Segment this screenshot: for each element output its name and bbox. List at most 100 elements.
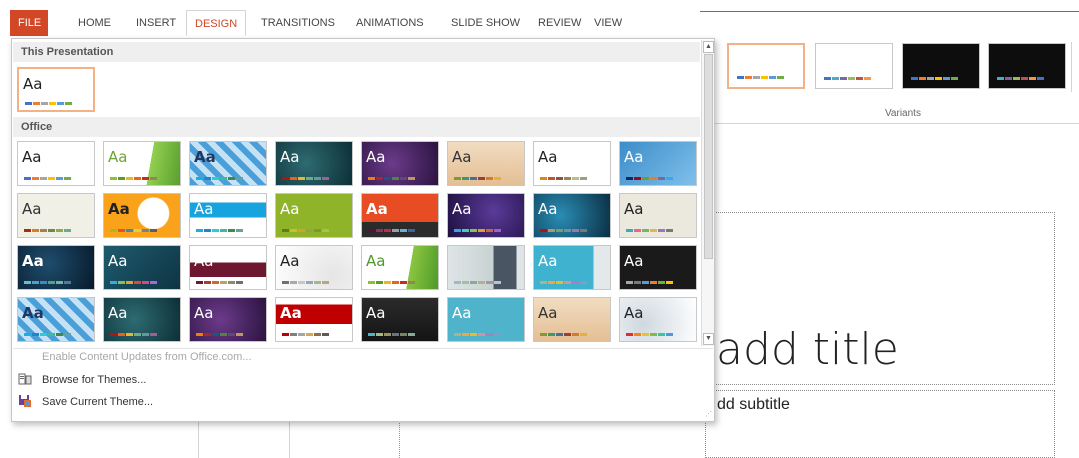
theme-current[interactable]: Aa [17, 67, 95, 112]
theme-color-bars [368, 333, 415, 336]
theme-color-bars [368, 281, 415, 284]
variants-group: Variants [715, 36, 1079, 124]
theme-organic-2[interactable]: Aa [533, 297, 611, 342]
theme-quotable[interactable] [447, 245, 525, 290]
theme-wisp[interactable]: Aa [17, 193, 95, 238]
variant-2[interactable] [815, 43, 893, 89]
theme-integral-2[interactable]: Aa [17, 297, 95, 342]
ribbon-accent-line [700, 11, 1079, 12]
theme-color-bars [282, 281, 329, 284]
variant-3[interactable] [902, 43, 980, 89]
theme-gallery-dark[interactable]: Aa [619, 245, 697, 290]
theme-basis[interactable]: Aa [533, 245, 611, 290]
theme-vapor-trail[interactable]: Aa [619, 297, 697, 342]
theme-mesh[interactable]: Aa [17, 245, 95, 290]
tab-home[interactable]: HOME [70, 10, 119, 36]
theme-office[interactable]: Aa [17, 141, 95, 186]
variant-4[interactable] [988, 43, 1066, 89]
theme-savon[interactable]: Aa [189, 245, 267, 290]
theme-sample-text: Aa [366, 304, 386, 322]
theme-damask[interactable]: Aa [275, 193, 353, 238]
theme-sample-text: Aa [22, 200, 42, 218]
theme-parallax[interactable]: Aa [103, 245, 181, 290]
theme-sample-text: Aa [108, 252, 128, 270]
theme-facet[interactable]: Aa [103, 141, 181, 186]
theme-sample-text: Aa [194, 304, 214, 322]
theme-retrospect[interactable]: Aa [533, 141, 611, 186]
themes-gallery: This Presentation Aa Office Aa Aa Aa Aa … [11, 38, 715, 422]
theme-organic[interactable]: Aa [447, 141, 525, 186]
ribbon-tab-bar: FILE HOME INSERT DESIGN TRANSITIONS ANIM… [0, 0, 1079, 36]
theme-color-bars [110, 333, 157, 336]
theme-sample-text: Aa [108, 200, 130, 218]
variants-scroll[interactable] [1071, 42, 1079, 92]
theme-sample-text: Aa [452, 200, 472, 218]
menu-browse-for-themes[interactable]: Browse for Themes... [18, 370, 146, 390]
theme-integral[interactable]: Aa [189, 141, 267, 186]
theme-color-bars [626, 177, 673, 180]
theme-slice[interactable]: Aa [619, 141, 697, 186]
theme-color-bars [540, 281, 587, 284]
theme-frame[interactable]: Aa [619, 193, 697, 238]
theme-sample-text: Aa [452, 148, 472, 166]
tab-view[interactable]: VIEW [586, 10, 630, 36]
theme-sample-text: Aa [280, 148, 300, 166]
scroll-up-button[interactable]: ▲ [703, 41, 714, 53]
gallery-scrollbar[interactable]: ▲ ▼ [701, 40, 714, 346]
resize-grip-icon[interactable]: ⋰ [705, 411, 712, 418]
theme-sample-text: Aa [23, 75, 43, 93]
theme-color-bars [282, 177, 329, 180]
theme-sample-text: Aa [108, 304, 128, 322]
theme-basis-2[interactable]: Aa [447, 297, 525, 342]
theme-color-bars [110, 229, 157, 232]
variant-1[interactable] [727, 43, 805, 89]
tab-animations[interactable]: ANIMATIONS [348, 10, 432, 36]
theme-droplet[interactable]: Aa [447, 193, 525, 238]
theme-badge[interactable]: Aa [275, 297, 353, 342]
theme-color-bars [540, 333, 587, 336]
tab-design[interactable]: DESIGN [186, 10, 246, 36]
menu-browse-label: Browse for Themes... [42, 374, 147, 386]
scroll-down-button[interactable]: ▼ [703, 333, 714, 345]
theme-circuit[interactable]: Aa [189, 193, 267, 238]
theme-sample-text: Aa [452, 304, 472, 322]
theme-ion-boardroom[interactable]: Aa [275, 141, 353, 186]
theme-sample-text: Aa [194, 200, 214, 218]
tab-review[interactable]: REVIEW [530, 10, 589, 36]
theme-sample-text: Aa [624, 148, 644, 166]
tab-transitions[interactable]: TRANSITIONS [253, 10, 343, 36]
theme-color-bars [24, 229, 71, 232]
theme-dividend[interactable]: Aa [361, 193, 439, 238]
theme-color-bars [25, 102, 72, 105]
theme-sample-text: Aa [22, 252, 44, 270]
theme-berlin[interactable]: Aa [103, 193, 181, 238]
theme-sample-text: Aa [366, 200, 388, 218]
theme-view[interactable]: Aa [275, 245, 353, 290]
scroll-thumb[interactable] [704, 54, 713, 259]
theme-metropolitan[interactable]: Aa [361, 297, 439, 342]
theme-facet-green[interactable]: Aa [361, 245, 439, 290]
theme-ion[interactable]: Aa [361, 141, 439, 186]
tab-file[interactable]: FILE [10, 10, 48, 36]
theme-color-bars [626, 281, 673, 284]
theme-color-bars [454, 229, 501, 232]
theme-color-bars [24, 177, 71, 180]
theme-ion-2[interactable]: Aa [189, 297, 267, 342]
tab-slide-show[interactable]: SLIDE SHOW [443, 10, 528, 36]
variants-group-label: Variants [885, 108, 921, 119]
tab-insert[interactable]: INSERT [128, 10, 184, 36]
theme-sample-text: Aa [280, 200, 300, 218]
theme-main-event[interactable]: Aa [533, 193, 611, 238]
theme-color-bars [282, 333, 329, 336]
theme-color-bars [110, 281, 157, 284]
theme-color-bars [454, 177, 501, 180]
theme-sample-text: Aa [366, 252, 386, 270]
theme-color-bars [282, 229, 329, 232]
theme-color-bars [626, 229, 673, 232]
theme-sample-text: Aa [538, 304, 558, 322]
theme-ion-boardroom-2[interactable]: Aa [103, 297, 181, 342]
theme-sample-text: Aa [22, 304, 44, 322]
theme-sample-text: Aa [22, 148, 42, 166]
theme-sample-text: Aa [624, 200, 644, 218]
menu-save-current-theme[interactable]: Save Current Theme... [18, 392, 153, 412]
